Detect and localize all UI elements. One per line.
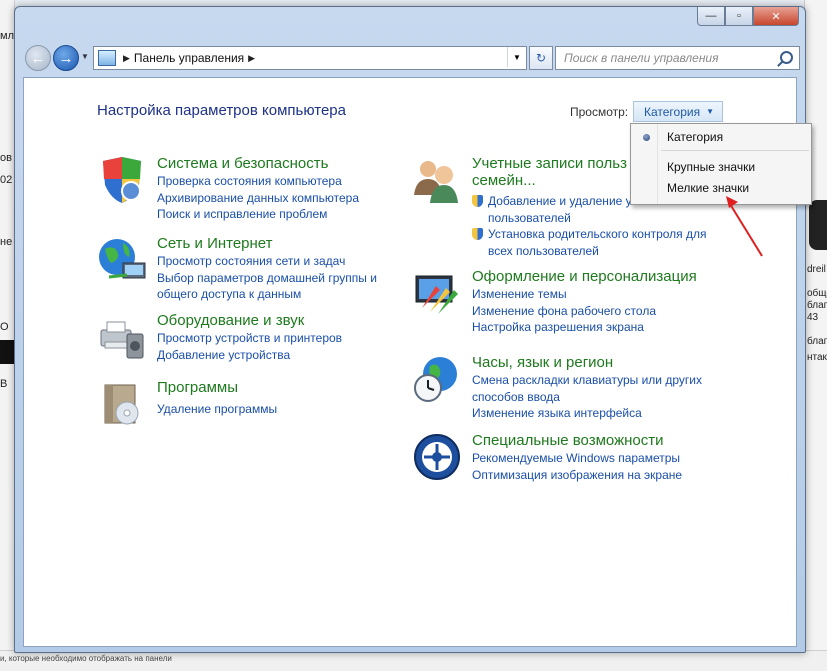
task-link[interactable]: Удаление программы bbox=[157, 401, 277, 418]
task-link[interactable]: Просмотр устройств и принтеров bbox=[157, 330, 342, 347]
view-mode-value: Категория bbox=[644, 104, 701, 119]
task-link[interactable]: всех пользователей bbox=[488, 243, 707, 260]
address-dropdown-icon[interactable]: ▼ bbox=[507, 47, 526, 67]
category-programs: Программы Удаление программы bbox=[97, 379, 397, 439]
bg-fragment: 02 bbox=[0, 174, 13, 186]
network-globe-icon bbox=[99, 239, 146, 279]
category-links: Рекомендуемые Windows параметры Оптимиза… bbox=[472, 450, 682, 483]
task-link[interactable]: пользователей bbox=[488, 210, 707, 227]
user-accounts-icon bbox=[414, 161, 458, 203]
category-links: Смена раскладки клавиатуры или других сп… bbox=[472, 372, 702, 422]
recent-pages-dropdown[interactable]: ▼ bbox=[81, 52, 89, 61]
search-input[interactable]: Поиск в панели управления bbox=[555, 46, 800, 70]
menu-item-large-icons[interactable]: Крупные значки bbox=[667, 160, 755, 174]
category-hardware-sound: Оборудование и звук Просмотр устройств и… bbox=[97, 312, 397, 372]
task-link[interactable]: Изменение фона рабочего стола bbox=[472, 303, 656, 320]
task-link[interactable]: Поиск и исправление проблем bbox=[157, 206, 359, 223]
bg-fragment: обще bbox=[807, 288, 827, 299]
minimize-button[interactable]: — bbox=[697, 7, 725, 26]
accessibility-icon bbox=[414, 434, 460, 480]
category-title[interactable]: Сеть и Интернет bbox=[157, 235, 273, 252]
category-personalization: Оформление и персонализация Изменение те… bbox=[412, 268, 742, 338]
category-title-line: семейн... bbox=[472, 172, 536, 189]
background-bottom-strip: и, которые необходимо отображать на пане… bbox=[0, 650, 827, 671]
category-accessibility: Специальные возможности Рекомендуемые Wi… bbox=[412, 432, 742, 492]
caption-buttons: — ▫ ✕ bbox=[697, 7, 799, 26]
task-link[interactable]: Оптимизация изображения на экране bbox=[472, 467, 682, 484]
task-link[interactable]: Настройка разрешения экрана bbox=[472, 319, 656, 336]
category-title[interactable]: Специальные возможности bbox=[472, 432, 664, 449]
chevron-down-icon: ▼ bbox=[706, 107, 715, 116]
task-link[interactable]: Добавление устройства bbox=[157, 347, 342, 364]
category-title[interactable]: Часы, язык и регион bbox=[472, 354, 613, 371]
bg-fragment: нтакт bbox=[807, 352, 827, 363]
address-bar[interactable]: ▶ Панель управления ▶ ▼ bbox=[93, 46, 527, 70]
task-link[interactable]: Проверка состояния компьютера bbox=[157, 173, 359, 190]
bg-avatar bbox=[809, 200, 827, 250]
printer-hardware-icon bbox=[100, 321, 144, 359]
task-link[interactable]: Архивирование данных компьютера bbox=[157, 190, 359, 207]
category-title[interactable]: Учетные записи польз семейн... bbox=[472, 155, 627, 189]
background-right-window: dreil обще благо 43 благо нтакт bbox=[804, 0, 827, 671]
task-link[interactable]: способов ввода bbox=[472, 389, 702, 406]
category-links: Удаление программы bbox=[157, 401, 277, 418]
category-title[interactable]: Система и безопасность bbox=[157, 155, 328, 172]
view-mode-dropdown[interactable]: Категория ▼ bbox=[633, 101, 723, 122]
bg-fragment: ов bbox=[0, 152, 12, 164]
category-clock-language-region: Часы, язык и регион Смена раскладки клав… bbox=[412, 354, 742, 424]
task-link[interactable]: Просмотр состояния сети и задач bbox=[157, 253, 377, 270]
bg-fragment: благо bbox=[807, 336, 827, 347]
task-link[interactable]: Выбор параметров домашней группы и bbox=[157, 270, 377, 287]
task-link[interactable]: Рекомендуемые Windows параметры bbox=[472, 450, 682, 467]
task-link[interactable]: Изменение языка интерфейса bbox=[472, 405, 702, 422]
bg-fragment: В bbox=[0, 378, 8, 390]
close-button[interactable]: ✕ bbox=[753, 7, 799, 26]
menu-item-category[interactable]: Категория bbox=[667, 130, 723, 144]
task-link[interactable]: Установка родительского контроля для bbox=[488, 226, 707, 243]
annotation-arrow-icon bbox=[726, 196, 763, 257]
category-title-line: Учетные записи польз bbox=[472, 155, 627, 172]
category-title[interactable]: Программы bbox=[157, 379, 238, 396]
control-panel-window: — ▫ ✕ ← → ▼ ▶ Панель управления ▶ ▼ ↻ По… bbox=[14, 6, 806, 653]
bg-bottom-text: и, которые необходимо отображать на пане… bbox=[0, 654, 172, 663]
selected-radio-icon bbox=[643, 134, 650, 141]
maximize-button[interactable]: ▫ bbox=[725, 7, 753, 26]
menu-separator bbox=[661, 150, 809, 151]
breadcrumb-separator-icon[interactable]: ▶ bbox=[123, 53, 130, 64]
refresh-button[interactable]: ↻ bbox=[529, 46, 553, 70]
control-panel-icon bbox=[98, 50, 116, 66]
breadcrumb-separator-icon[interactable]: ▶ bbox=[248, 53, 255, 64]
clock-globe-icon bbox=[414, 357, 457, 402]
bg-dark-block bbox=[0, 340, 14, 364]
category-title[interactable]: Оборудование и звук bbox=[157, 312, 304, 329]
view-label: Просмотр: bbox=[570, 105, 629, 119]
back-button[interactable]: ← bbox=[25, 45, 51, 71]
category-links: Просмотр состояния сети и задач Выбор па… bbox=[157, 253, 377, 303]
search-placeholder: Поиск в панели управления bbox=[564, 51, 719, 65]
navigation-bar: ← → ▼ ▶ Панель управления ▶ ▼ ↻ Поиск в … bbox=[23, 43, 800, 73]
bg-fragment: мли bbox=[0, 30, 14, 42]
category-links: Изменение темы Изменение фона рабочего с… bbox=[472, 286, 656, 336]
page-title: Настройка параметров компьютера bbox=[97, 102, 346, 119]
category-links: Проверка состояния компьютера Архивирова… bbox=[157, 173, 359, 223]
category-links: Просмотр устройств и принтеров Добавлени… bbox=[157, 330, 342, 363]
background-left-window: мли ов 02 не О В bbox=[0, 0, 15, 671]
forward-button[interactable]: → bbox=[53, 45, 79, 71]
bg-fragment: dreil bbox=[807, 264, 826, 275]
task-link[interactable]: Смена раскладки клавиатуры или других bbox=[472, 372, 702, 389]
bg-fragment: О bbox=[0, 321, 9, 333]
category-title[interactable]: Оформление и персонализация bbox=[472, 268, 697, 285]
bg-fragment: 43 bbox=[807, 312, 819, 323]
security-shield-icon bbox=[103, 157, 141, 203]
task-link[interactable]: Изменение темы bbox=[472, 286, 656, 303]
task-link[interactable]: общего доступа к данным bbox=[157, 286, 377, 303]
bg-fragment: не bbox=[0, 236, 13, 248]
breadcrumb-control-panel[interactable]: Панель управления bbox=[134, 51, 244, 65]
personalization-icon bbox=[415, 275, 458, 314]
category-network-internet: Сеть и Интернет Просмотр состояния сети … bbox=[97, 235, 397, 305]
category-system-security: Система и безопасность Проверка состояни… bbox=[97, 155, 397, 225]
search-icon[interactable] bbox=[780, 51, 793, 64]
bg-fragment: благо bbox=[807, 300, 827, 311]
programs-box-icon bbox=[104, 384, 139, 425]
